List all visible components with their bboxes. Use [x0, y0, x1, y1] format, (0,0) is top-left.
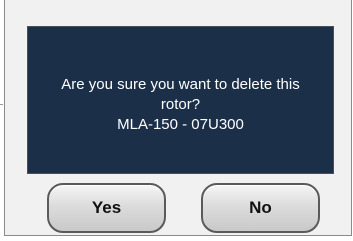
yes-button-label: Yes	[91, 198, 122, 217]
window-edge-divider	[0, 104, 3, 105]
message-line-question: Are you sure you want to delete this	[61, 76, 300, 93]
message-line-question-end: rotor?	[160, 96, 201, 113]
confirmation-message: Are you sure you want to delete this rot…	[61, 75, 299, 135]
message-panel: Are you sure you want to delete this rot…	[27, 26, 334, 174]
no-button[interactable]: No	[201, 183, 320, 233]
yes-button[interactable]: Yes	[47, 183, 166, 233]
message-line-rotor-name: MLA-150 - 07U300	[117, 116, 244, 133]
no-button-label: No	[249, 198, 272, 217]
